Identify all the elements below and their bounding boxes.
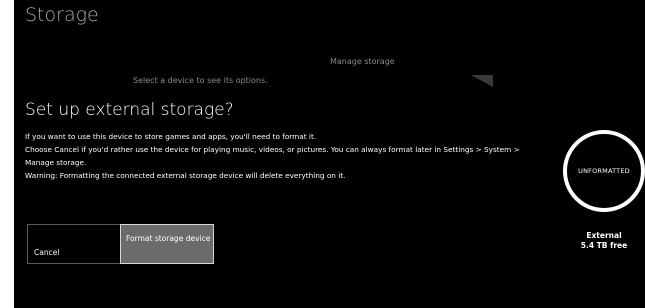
xbox-screen: Storage Manage storage Select a device t…: [14, 0, 645, 308]
device-name: External: [586, 231, 622, 240]
page-title: Storage: [25, 4, 99, 26]
cancel-button[interactable]: Cancel: [27, 224, 121, 264]
dialog-overlay: [14, 90, 645, 308]
dialog-title: Set up external storage?: [25, 100, 234, 120]
select-device-hint: Select a device to see its options.: [133, 76, 268, 85]
device-status-ring: UNFORMATTED: [563, 130, 645, 212]
device-free-space: 5.4 TB free: [580, 241, 628, 250]
dialog-line-warning: Warning: Formatting the connected extern…: [25, 171, 346, 180]
dialog-line-format-info: If you want to use this device to store …: [25, 132, 317, 141]
cancel-button-label: Cancel: [34, 248, 60, 257]
device-status-label: UNFORMATTED: [578, 167, 630, 175]
dialog-line-cancel-info: Choose Cancel if you'd rather use the de…: [25, 145, 520, 167]
format-storage-button[interactable]: Format storage device: [120, 224, 214, 264]
decorative-corner-shape: [471, 75, 493, 87]
format-storage-button-label: Format storage device: [126, 234, 211, 243]
manage-storage-label: Manage storage: [330, 57, 395, 66]
dialog-body: If you want to use this device to store …: [25, 130, 540, 182]
